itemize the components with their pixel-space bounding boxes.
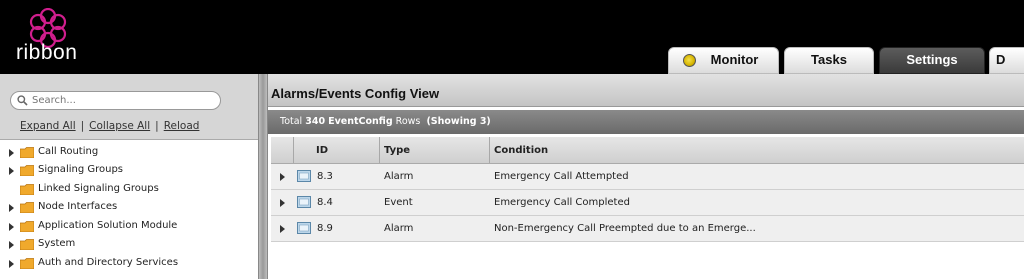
tree-item-auth-and-directory-services[interactable]: Auth and Directory Services (0, 254, 258, 272)
status-dot-icon (683, 54, 696, 67)
folder-icon (20, 258, 34, 269)
tab-settings-label: Settings (906, 52, 958, 67)
tab-tasks[interactable]: Tasks (784, 47, 874, 74)
tree-item-system[interactable]: System (0, 235, 258, 253)
cell-type: Alarm (384, 171, 414, 182)
expand-arrow-icon[interactable] (9, 149, 14, 157)
tab-monitor[interactable]: Monitor (668, 47, 779, 74)
expand-arrow-icon[interactable] (9, 241, 14, 249)
tree-item-label: Application Solution Module (38, 220, 178, 231)
tab-next-partial[interactable]: D (989, 47, 1024, 74)
navigation-tree: Call Routing Signaling Groups Linked Sig… (0, 140, 258, 279)
cell-condition: Non-Emergency Call Preempted due to an E… (494, 223, 756, 234)
expand-arrow-icon[interactable] (9, 167, 14, 175)
tab-monitor-label: Monitor (710, 52, 759, 67)
tree-item-application-solution-module[interactable]: Application Solution Module (0, 217, 258, 235)
cell-type: Event (384, 197, 413, 208)
column-header-condition[interactable]: Condition (494, 145, 548, 156)
tab-tasks-label: Tasks (811, 52, 847, 67)
totals-bar: Total 340 EventConfig Rows (Showing 3) (268, 110, 1024, 134)
cell-condition: Emergency Call Completed (494, 197, 630, 208)
tree-item-label: Signaling Groups (38, 164, 124, 175)
sidebar-toolbar: Expand All | Collapse All | Reload (0, 74, 258, 140)
search-box[interactable] (10, 91, 221, 110)
tab-next-label: D (996, 52, 1006, 67)
tree-item-label: System (38, 238, 76, 249)
record-icon (297, 196, 311, 208)
totals-prefix: Total (280, 116, 303, 127)
column-header-id[interactable]: ID (316, 145, 328, 156)
tree-item-label: Node Interfaces (38, 201, 118, 212)
folder-icon (20, 202, 34, 213)
column-divider[interactable] (489, 137, 490, 163)
totals-count: 340 (305, 116, 326, 127)
row-expand-icon[interactable] (280, 173, 285, 181)
tree-item-linked-signaling-groups[interactable]: Linked Signaling Groups (0, 180, 258, 198)
expand-arrow-icon[interactable] (9, 204, 14, 212)
tree-actions: Expand All | Collapse All | Reload (20, 120, 199, 132)
link-separator: | (155, 120, 159, 132)
top-banner: ribbon Monitor Tasks Settings D (0, 0, 1024, 74)
totals-rows-word: Rows (395, 116, 421, 127)
expand-all-link[interactable]: Expand All (20, 120, 76, 132)
search-icon (17, 95, 28, 106)
column-divider (293, 137, 294, 163)
folder-icon (20, 147, 34, 158)
tree-item-label: Auth and Directory Services (38, 257, 179, 268)
expand-arrow-icon[interactable] (9, 260, 14, 268)
reload-link[interactable]: Reload (164, 120, 200, 132)
tree-item-label: Call Routing (38, 146, 99, 157)
row-expand-icon[interactable] (280, 225, 285, 233)
table-row[interactable]: 8.3 Alarm Emergency Call Attempted (271, 164, 1024, 190)
expand-arrow-icon[interactable] (9, 223, 14, 231)
cell-id: 8.4 (317, 197, 333, 208)
brand-logo-text: ribbon (16, 41, 78, 64)
tree-item-signaling-groups[interactable]: Signaling Groups (0, 161, 258, 179)
folder-icon (20, 165, 34, 176)
tree-item-call-routing[interactable]: Call Routing (0, 143, 258, 161)
tree-item-node-interfaces[interactable]: Node Interfaces (0, 198, 258, 216)
panel-splitter[interactable] (258, 74, 268, 279)
panel-header: Alarms/Events Config View (268, 74, 1024, 107)
table-header: ID Type Condition (271, 137, 1024, 164)
cell-condition: Emergency Call Attempted (494, 171, 629, 182)
collapse-all-link[interactable]: Collapse All (89, 120, 150, 132)
tree-item-label: Linked Signaling Groups (38, 183, 159, 194)
folder-icon (20, 184, 34, 195)
table-row[interactable]: 8.9 Alarm Non-Emergency Call Preempted d… (271, 216, 1024, 242)
page-title: Alarms/Events Config View (271, 86, 440, 101)
column-header-type[interactable]: Type (384, 145, 410, 156)
cell-id: 8.3 (317, 171, 333, 182)
totals-showing: (Showing 3) (426, 116, 491, 127)
row-expand-icon[interactable] (280, 199, 285, 207)
tab-settings[interactable]: Settings (879, 47, 985, 74)
folder-icon (20, 221, 34, 232)
record-icon (297, 222, 311, 234)
totals-text: Total 340 EventConfig Rows (Showing 3) (280, 116, 491, 127)
record-icon (297, 170, 311, 182)
column-divider[interactable] (379, 137, 380, 163)
folder-icon (20, 239, 34, 250)
cell-type: Alarm (384, 223, 414, 234)
table-row[interactable]: 8.4 Event Emergency Call Completed (271, 190, 1024, 216)
search-input[interactable] (32, 93, 212, 108)
totals-entity: EventConfig (328, 116, 393, 127)
cell-id: 8.9 (317, 223, 333, 234)
link-separator: | (80, 120, 85, 132)
